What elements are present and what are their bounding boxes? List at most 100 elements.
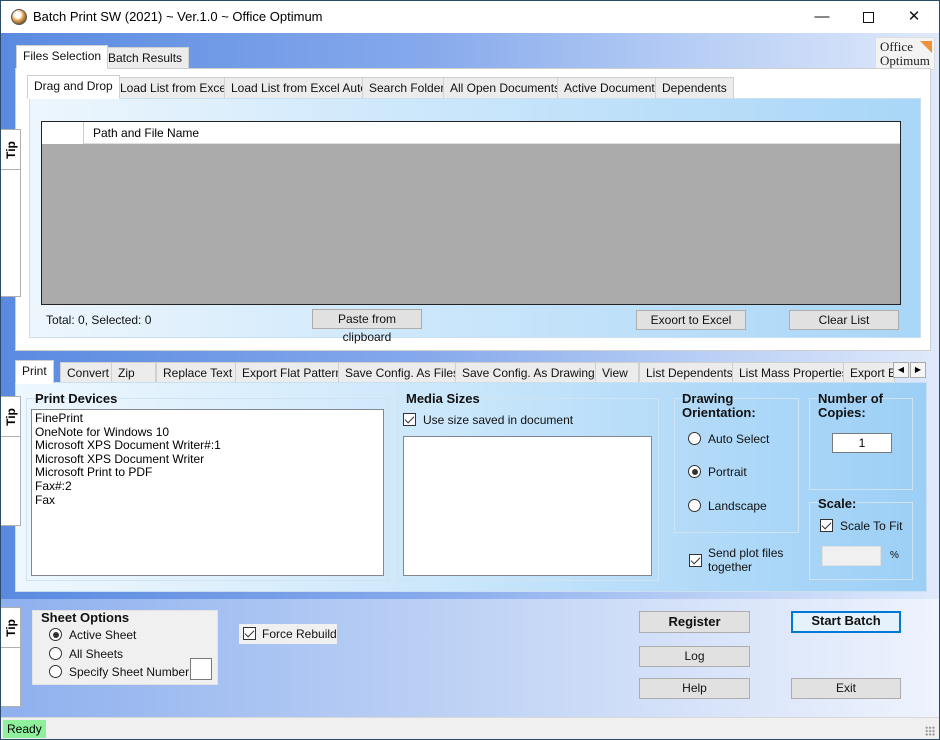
radio-landscape[interactable] (688, 499, 701, 512)
tab-replace-text[interactable]: Replace Text (156, 362, 240, 384)
tab-load-list-from-excel-auto[interactable]: Load List from Excel Auto (224, 77, 375, 99)
tip-tab-files[interactable]: Tip (1, 130, 21, 170)
maximize-button[interactable] (845, 1, 891, 33)
tip-label: Tip (4, 140, 18, 159)
tab-list-mass-properties[interactable]: List Mass Properties (732, 362, 855, 384)
tip-panel-options[interactable]: Tip (1, 607, 21, 707)
radio-portrait[interactable] (688, 465, 701, 478)
active-sheet-label: Active Sheet (69, 628, 137, 642)
app-icon (11, 9, 27, 25)
print-devices-list[interactable]: FinePrint OneNote for Windows 10 Microso… (31, 409, 384, 576)
tab-export-bom[interactable]: Export Bi (843, 362, 895, 384)
clear-list-button[interactable]: Clear List (789, 310, 899, 330)
media-sizes-title: Media Sizes (406, 391, 480, 406)
all-sheets-label: All Sheets (69, 647, 124, 661)
tab-search-folder[interactable]: Search Folder (362, 77, 452, 99)
exit-button[interactable]: Exit (791, 678, 901, 699)
use-saved-size-label: Use size saved in document (423, 413, 574, 427)
title-bar: Batch Print SW (2021) ~ Ver.1.0 ~ Office… (1, 1, 939, 33)
scale-to-fit-checkbox[interactable] (820, 519, 833, 532)
send-plot-files-checkbox[interactable] (689, 554, 702, 567)
orientation-title-line1: Drawing (682, 391, 734, 406)
sheet-number-input[interactable] (190, 658, 212, 680)
tab-view[interactable]: View (595, 362, 639, 384)
log-button[interactable]: Log (639, 646, 750, 667)
office-optimum-logo: Office Optimum (875, 37, 935, 70)
tab-load-list-from-excel[interactable]: Load List from Excel (113, 77, 236, 99)
logo-triangle-icon (920, 41, 932, 53)
scale-to-fit-label: Scale To Fit (840, 519, 903, 533)
app-window: Batch Print SW (2021) ~ Ver.1.0 ~ Office… (0, 0, 940, 740)
tip-tab-print[interactable]: Tip (1, 397, 21, 437)
copies-title-line2: Copies: (818, 405, 866, 420)
radio-active-sheet[interactable] (49, 628, 62, 641)
tab-scroll-left-button[interactable]: ◀ (893, 362, 909, 378)
radio-all-sheets[interactable] (49, 647, 62, 660)
grid-row-header[interactable] (42, 122, 84, 144)
list-item[interactable]: OneNote for Windows 10 (32, 425, 383, 440)
register-button[interactable]: Register (639, 611, 750, 633)
tab-active-document[interactable]: Active Document (557, 77, 662, 99)
specify-sheet-label: Specify Sheet Number: (69, 665, 193, 679)
tip-panel-print[interactable]: Tip (1, 396, 21, 526)
scale-percent-input[interactable] (822, 546, 881, 566)
list-item[interactable]: Microsoft XPS Document Writer (32, 452, 383, 467)
copies-title-line1: Number of (818, 391, 883, 406)
tip-label: Tip (4, 407, 18, 426)
tab-save-config-as-files[interactable]: Save Config. As Files (338, 362, 467, 384)
percent-label: % (890, 550, 899, 561)
tab-print[interactable]: Print (15, 360, 54, 384)
tab-zip[interactable]: Zip (111, 362, 156, 384)
list-item[interactable]: FinePrint (32, 411, 383, 426)
tab-files-selection[interactable]: Files Selection (16, 45, 109, 69)
list-item[interactable]: Microsoft Print to PDF (32, 466, 383, 480)
list-item[interactable]: Fax (32, 493, 383, 508)
start-batch-button[interactable]: Start Batch (791, 611, 901, 633)
maximize-icon (862, 11, 874, 23)
scale-title: Scale: (818, 496, 857, 511)
help-button[interactable]: Help (639, 678, 750, 699)
auto-select-label: Auto Select (708, 432, 770, 446)
use-saved-size-checkbox[interactable] (403, 413, 416, 426)
tip-label: Tip (4, 618, 18, 637)
file-count-status: Total: 0, Selected: 0 (46, 313, 152, 327)
tab-dependents[interactable]: Dependents (655, 77, 734, 99)
resize-grip-icon[interactable] (925, 726, 935, 736)
logo-line-2: Optimum (880, 53, 930, 68)
force-rebuild-label: Force Rebuild (262, 627, 337, 641)
export-to-excel-button[interactable]: Exoort to Excel (636, 310, 746, 330)
column-header-path[interactable]: Path and File Name (93, 126, 199, 140)
sheet-options-title: Sheet Options (41, 610, 130, 625)
grid-header: Path and File Name (42, 122, 900, 144)
list-item[interactable]: Fax#:2 (32, 479, 383, 494)
media-sizes-list[interactable] (403, 436, 652, 576)
send-plot-files-label-line2: together (708, 560, 753, 574)
tab-scroll-right-button[interactable]: ▶ (910, 362, 926, 378)
tab-export-flat-pattern[interactable]: Export Flat Pattern (235, 362, 350, 384)
send-plot-files-label-line1: Send plot files (708, 546, 784, 560)
tab-batch-results[interactable]: Batch Results (101, 47, 190, 69)
tab-list-dependents[interactable]: List Dependents (639, 362, 740, 384)
radio-auto-select[interactable] (688, 432, 701, 445)
close-button[interactable]: ✕ (891, 1, 937, 33)
tab-scroll-arrows: ◀ ▶ (893, 362, 927, 378)
radio-specify-sheet[interactable] (49, 665, 62, 678)
minimize-button[interactable]: — (799, 1, 845, 33)
status-bar: Ready (1, 717, 939, 739)
file-grid[interactable]: Path and File Name (41, 121, 901, 305)
print-devices-title: Print Devices (35, 391, 118, 406)
tab-convert[interactable]: Convert (60, 362, 117, 384)
tab-all-open-documents[interactable]: All Open Documents (443, 77, 568, 99)
tab-save-config-as-drawings[interactable]: Save Config. As Drawings (455, 362, 608, 384)
list-item[interactable]: Microsoft XPS Document Writer#:1 (32, 439, 383, 453)
tip-tab-options[interactable]: Tip (1, 608, 21, 648)
force-rebuild-checkbox[interactable] (243, 627, 256, 640)
portrait-label: Portrait (708, 465, 747, 479)
tip-panel-files[interactable]: Tip (1, 129, 21, 297)
tab-drag-and-drop[interactable]: Drag and Drop (27, 75, 120, 99)
copies-input[interactable]: 1 (832, 433, 892, 453)
paste-from-clipboard-button[interactable]: Paste from clipboard (312, 309, 422, 344)
landscape-label: Landscape (708, 499, 767, 513)
orientation-title-line2: Orientation: (682, 405, 756, 420)
scale-group (809, 502, 913, 580)
